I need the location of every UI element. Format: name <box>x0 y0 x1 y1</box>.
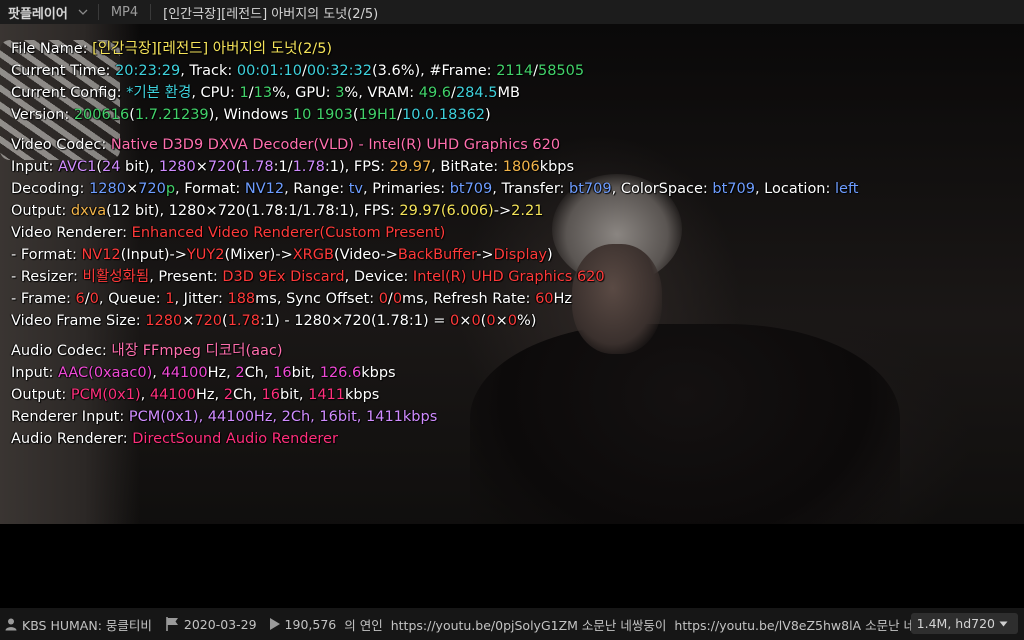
video-title: [인간극장][레전드] 아버지의 도넛(2/5) <box>163 6 379 22</box>
osd-render-format: - Format: NV12(Input)->YUY2(Mixer)->XRGB… <box>11 247 553 263</box>
osd-frame-stats: - Frame: 6/0, Queue: 1, Jitter: 188ms, S… <box>11 291 573 307</box>
osd-frame-size: Video Frame Size: 1280×720(1.78:1) - 128… <box>11 313 537 329</box>
views-text: 190,576 <box>284 616 337 632</box>
quality-selector[interactable]: 1.4M, hd720 <box>910 613 1018 634</box>
date-text: 2020-03-29 <box>183 616 257 632</box>
osd-audio-input: Input: AAC(0xaac0), 44100Hz, 2Ch, 16bit,… <box>11 365 396 381</box>
upload-date: 2020-03-29 <box>160 616 257 632</box>
description-link-1[interactable]: https://youtu.be/0pjSolyG1ZM 소문난 네쌍둥이 <box>391 615 667 634</box>
osd-audio-codec: Audio Codec: 내장 FFmpeg 디코더(aac) <box>11 343 283 359</box>
app-name[interactable]: 팟플레이어 <box>0 3 68 22</box>
video-letterbox <box>0 524 1024 560</box>
osd-video-output: Output: dxva(12 bit), 1280×720(1.78:1/1.… <box>11 203 544 219</box>
caret-down-icon <box>999 621 1008 627</box>
osd-video-renderer: Video Renderer: Enhanced Video Renderer(… <box>11 225 446 241</box>
osd-version: Version: 200616(1.7.21239), Windows 10 1… <box>11 107 491 123</box>
title-bar: 팟플레이어 MP4 [인간극장][레전드] 아버지의 도넛(2/5) <box>0 0 1024 24</box>
playback-info-overlay: File Name: [인간극장][레전드] 아버지의 도넛(2/5) Curr… <box>11 38 859 450</box>
app-menu-dropdown[interactable] <box>68 9 98 15</box>
chevron-down-icon <box>78 9 88 15</box>
osd-audio-output: Output: PCM(0x1), 44100Hz, 2Ch, 16bit, 1… <box>11 387 380 403</box>
osd-video-codec: Video Codec: Native D3D9 DXVA Decoder(VL… <box>11 137 561 153</box>
osd-decoding: Decoding: 1280×720p, Format: NV12, Range… <box>11 181 859 197</box>
status-bar: KBS HUMAN: 뭉클티비 2020-03-29 190,576 의 연인 … <box>0 608 1024 640</box>
osd-video-input: Input: AVC1(24 bit), 1280×720(1.78:1/1.7… <box>11 159 575 175</box>
osd-current-config: Current Config: *기본 환경, CPU: 1/13%, GPU:… <box>11 85 520 101</box>
user-icon <box>4 617 18 631</box>
flag-icon <box>164 616 180 632</box>
osd-audio-renderer: Audio Renderer: DirectSound Audio Render… <box>11 431 338 447</box>
osd-renderer-input: Renderer Input: PCM(0x1), 44100Hz, 2Ch, … <box>11 409 438 425</box>
osd-spacer <box>11 126 859 134</box>
osd-file-name: File Name: [인간극장][레전드] 아버지의 도넛(2/5) <box>11 41 333 57</box>
osd-current-time: Current Time: 20:23:29, Track: 00:01:10/… <box>11 63 585 79</box>
osd-spacer-2 <box>11 332 859 340</box>
description-suffix: 의 연인 <box>344 617 383 633</box>
osd-resizer: - Resizer: 비활성화됨, Present: D3D 9Ex Disca… <box>11 269 605 285</box>
channel-name: KBS HUMAN: 뭉클티비 <box>22 617 152 633</box>
channel-info[interactable]: KBS HUMAN: 뭉클티비 <box>0 615 152 634</box>
play-icon <box>269 617 281 631</box>
format-label: MP4 <box>110 4 139 20</box>
description-link-2[interactable]: https://youtu.be/lV8eZ5hw8lA 소문난 네 <box>674 615 915 634</box>
quality-text: 1.4M, hd720 <box>916 616 995 631</box>
view-count: 190,576 <box>265 616 337 632</box>
